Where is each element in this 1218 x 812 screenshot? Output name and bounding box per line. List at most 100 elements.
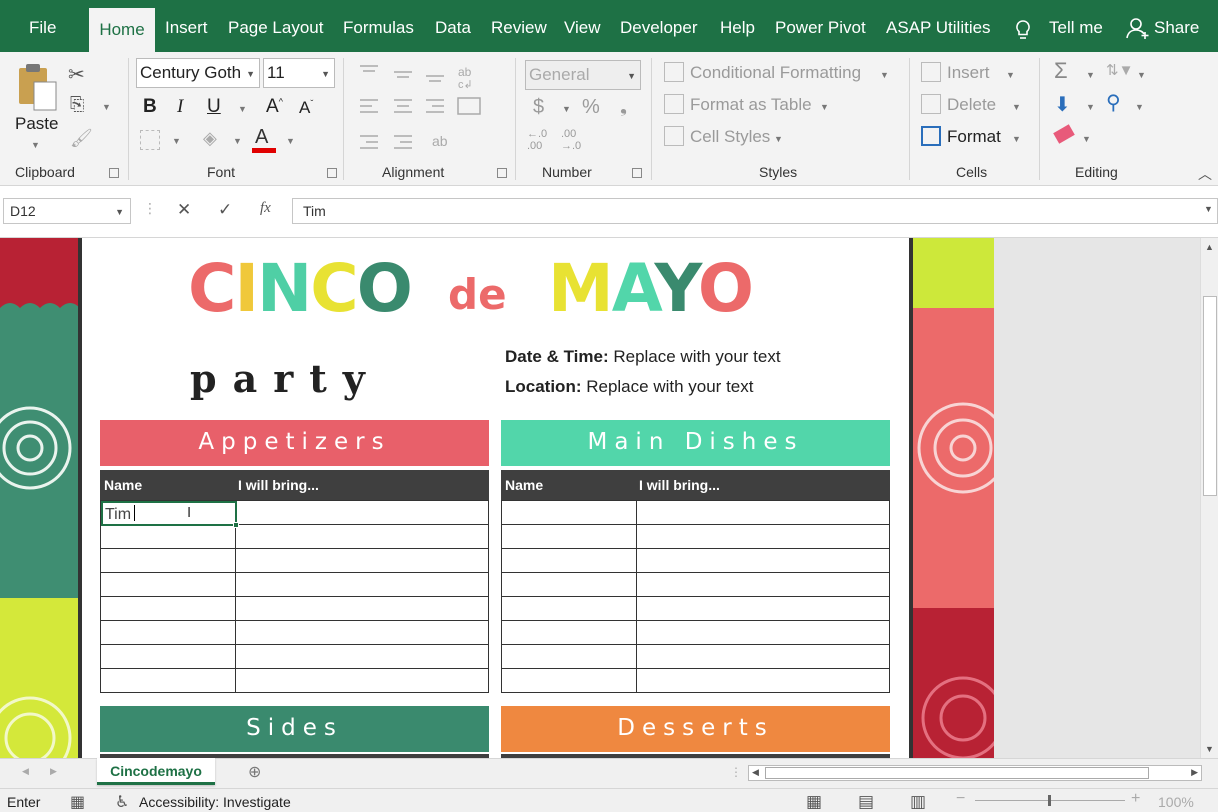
tab-asap-utilities[interactable]: ASAP Utilities	[886, 18, 991, 38]
table-cell[interactable]	[637, 597, 890, 621]
zoom-out-icon[interactable]: −	[956, 790, 965, 808]
currency-icon[interactable]: $	[533, 96, 544, 119]
table-cell[interactable]	[236, 597, 489, 621]
tell-me-search[interactable]: Tell me	[1049, 18, 1103, 38]
active-cell-d12[interactable]: Tim	[101, 501, 239, 528]
autosum-dropdown-icon[interactable]: ▼	[1086, 70, 1095, 80]
font-color-icon[interactable]: A	[252, 126, 276, 154]
table-cell[interactable]	[637, 669, 890, 693]
tab-developer[interactable]: Developer	[620, 18, 698, 38]
decrease-font-icon[interactable]: Aˇ	[299, 98, 313, 118]
next-sheet-icon[interactable]: ▶	[50, 766, 57, 777]
tab-file[interactable]: File	[29, 18, 56, 38]
table-cell[interactable]	[637, 621, 890, 645]
horizontal-scrollbar[interactable]: ◀ ▶	[748, 765, 1202, 781]
fill-color-dropdown-icon[interactable]: ▼	[233, 136, 242, 146]
sort-filter-icon[interactable]: ⇅▼	[1106, 61, 1133, 79]
clear-eraser-icon[interactable]	[1053, 124, 1075, 144]
format-painter-icon[interactable]: 🖌	[70, 128, 93, 149]
more-options-icon[interactable]: ⋮	[143, 200, 157, 217]
table-cell[interactable]	[502, 573, 637, 597]
sort-filter-dropdown-icon[interactable]: ▼	[1137, 70, 1146, 80]
scroll-left-icon[interactable]: ◀	[752, 767, 759, 778]
table-cell[interactable]	[236, 549, 489, 573]
copy-dropdown-icon[interactable]: ▼	[102, 102, 111, 112]
number-launcher-icon[interactable]	[632, 168, 642, 178]
table-cell[interactable]	[637, 549, 890, 573]
table-cell[interactable]	[236, 669, 489, 693]
vertical-scrollbar[interactable]: ▲ ▼	[1200, 238, 1218, 758]
table-cell[interactable]	[637, 573, 890, 597]
bold-icon[interactable]: B	[143, 96, 157, 118]
underline-icon[interactable]: U	[207, 96, 221, 118]
find-select-dropdown-icon[interactable]: ▼	[1135, 102, 1144, 112]
table-cell[interactable]	[637, 501, 890, 525]
page-break-view-icon[interactable]: ▥	[910, 792, 926, 812]
cell-styles-button[interactable]: Cell Styles	[690, 127, 770, 147]
table-cell[interactable]	[236, 525, 489, 549]
formula-input[interactable]: Tim	[292, 198, 1218, 224]
italic-icon[interactable]: I	[177, 96, 183, 118]
paste-dropdown-icon[interactable]: ▼	[31, 140, 40, 150]
table-cell[interactable]	[101, 621, 236, 645]
table-cell[interactable]	[101, 669, 236, 693]
delete-cells-button[interactable]: Delete	[947, 95, 996, 115]
tab-help[interactable]: Help	[720, 18, 755, 38]
table-cell[interactable]	[502, 645, 637, 669]
scroll-down-icon[interactable]: ▼	[1205, 744, 1214, 754]
font-size-select[interactable]: 11 ▼	[263, 58, 335, 88]
confirm-entry-icon[interactable]: ✓	[218, 200, 232, 220]
clipboard-launcher-icon[interactable]	[109, 168, 119, 178]
table-cell[interactable]	[101, 597, 236, 621]
cancel-entry-icon[interactable]: ✕	[177, 200, 191, 220]
insert-cells-button[interactable]: Insert	[947, 63, 990, 83]
tab-page-layout[interactable]: Page Layout	[228, 18, 323, 38]
scroll-right-icon[interactable]: ▶	[1191, 767, 1198, 778]
table-cell[interactable]	[236, 621, 489, 645]
fill-handle[interactable]	[233, 522, 239, 528]
increase-decimal-icon[interactable]: ←.0 .00	[527, 128, 557, 152]
accessibility-icon[interactable]: ♿	[115, 792, 129, 812]
table-cell[interactable]	[502, 669, 637, 693]
tab-split-handle[interactable]: ⋮	[730, 765, 742, 779]
table-cell[interactable]	[502, 621, 637, 645]
font-color-dropdown-icon[interactable]: ▼	[286, 136, 295, 146]
font-launcher-icon[interactable]	[327, 168, 337, 178]
currency-dropdown-icon[interactable]: ▼	[562, 104, 571, 114]
number-format-select[interactable]: General ▼	[525, 60, 641, 90]
tab-formulas[interactable]: Formulas	[343, 18, 414, 38]
tab-data[interactable]: Data	[435, 18, 471, 38]
normal-view-icon[interactable]: ▦	[806, 792, 822, 812]
scrollbar-thumb[interactable]	[1203, 296, 1217, 496]
table-cell[interactable]	[101, 549, 236, 573]
copy-icon[interactable]: ⎘	[70, 94, 84, 115]
table-cell[interactable]	[502, 597, 637, 621]
borders-dropdown-icon[interactable]: ▼	[172, 136, 181, 146]
zoom-level[interactable]: 100%	[1158, 794, 1194, 810]
table-cell[interactable]	[236, 645, 489, 669]
fill-color-icon[interactable]: ◈	[203, 128, 217, 149]
new-sheet-plus-icon[interactable]: ⊕	[248, 762, 261, 782]
previous-sheet-icon[interactable]: ◀	[22, 766, 29, 777]
table-cell[interactable]	[637, 525, 890, 549]
conditional-formatting-button[interactable]: Conditional Formatting	[690, 63, 861, 83]
zoom-slider-thumb[interactable]	[1048, 795, 1051, 806]
table-cell[interactable]	[236, 501, 489, 525]
scroll-up-icon[interactable]: ▲	[1205, 242, 1214, 252]
tab-home[interactable]: Home	[89, 8, 155, 52]
scrollbar-thumb[interactable]	[765, 767, 1149, 779]
font-family-select[interactable]: Century Goth ▼	[136, 58, 260, 88]
cut-icon[interactable]: ✂	[68, 62, 85, 87]
worksheet-area[interactable]: CINCO de MAYO party Date & Time: Replace…	[0, 238, 1200, 758]
clear-dropdown-icon[interactable]: ▼	[1082, 134, 1091, 144]
tab-insert[interactable]: Insert	[165, 18, 208, 38]
table-cell[interactable]	[101, 573, 236, 597]
share-button[interactable]: Share	[1154, 18, 1199, 38]
tab-view[interactable]: View	[564, 18, 601, 38]
borders-icon[interactable]	[140, 130, 160, 150]
format-cells-button[interactable]: Format	[947, 127, 1001, 147]
increase-font-icon[interactable]: A^	[266, 96, 283, 118]
comma-style-icon[interactable]: ❟	[620, 96, 627, 117]
share-person-icon[interactable]	[1126, 16, 1150, 40]
tab-power-pivot[interactable]: Power Pivot	[775, 18, 866, 38]
